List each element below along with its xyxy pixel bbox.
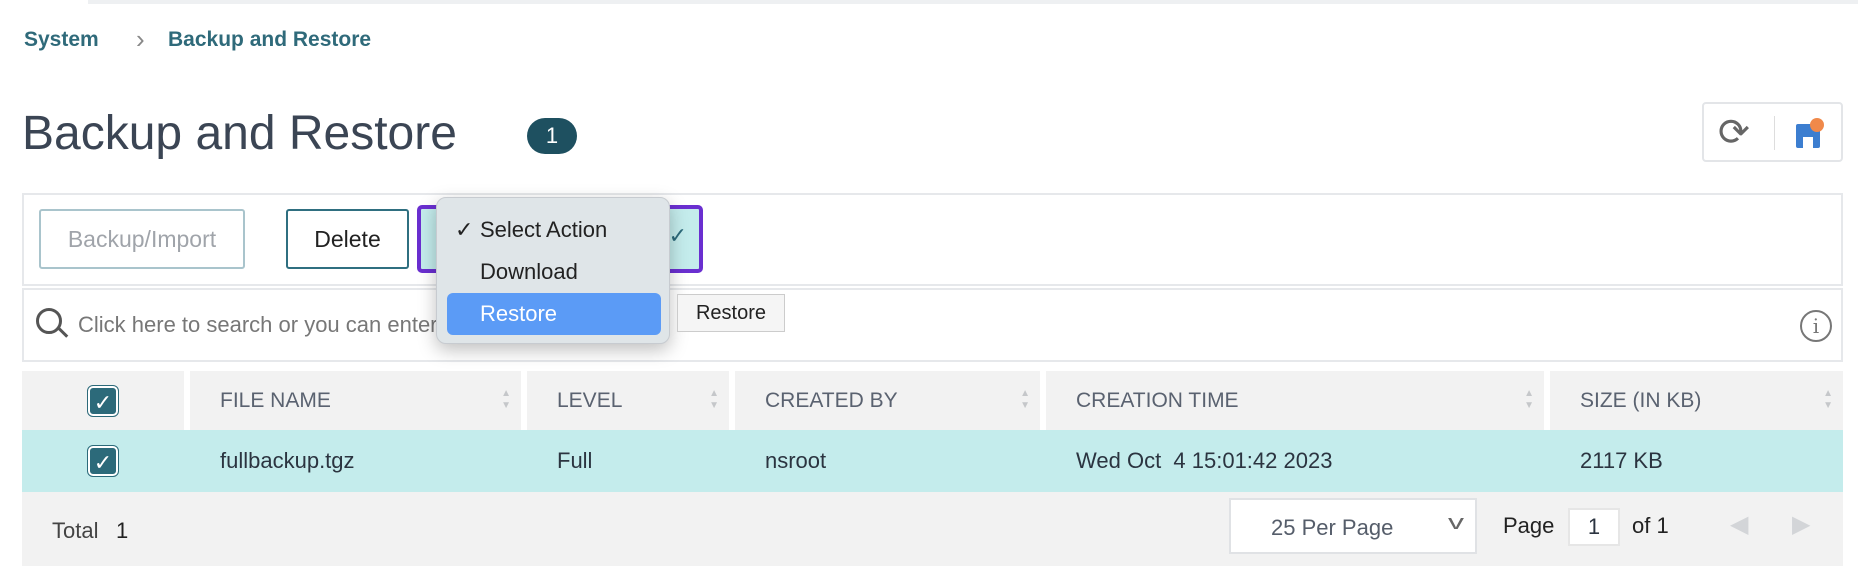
- menu-item-restore[interactable]: Restore: [447, 293, 661, 335]
- menu-item-select-action[interactable]: ✓ Select Action: [447, 209, 661, 251]
- checkmark-icon: ✓: [455, 217, 474, 242]
- cell-creation-time: Wed Oct 4 15:01:42 2023: [1076, 448, 1333, 473]
- breadcrumb-current[interactable]: Backup and Restore: [168, 28, 371, 52]
- total-count: 1: [116, 518, 129, 543]
- column-header-level[interactable]: LEVEL ▲ ▼: [527, 371, 729, 430]
- tooltip: Restore: [677, 294, 785, 332]
- header-label: CREATION TIME: [1076, 388, 1239, 412]
- cell-created-by: nsroot: [765, 448, 827, 473]
- cell-size: 2117 KB: [1580, 448, 1663, 473]
- chevron-right-icon: ›: [136, 24, 145, 54]
- cell-file-name: fullbackup.tgz: [220, 448, 355, 473]
- of-pages: of 1: [1632, 513, 1669, 538]
- page-title: Backup and Restore: [22, 107, 457, 160]
- column-header-creation-time[interactable]: CREATION TIME ▲ ▼: [1046, 371, 1544, 430]
- sort-icon: ▲ ▼: [1020, 388, 1030, 411]
- sort-icon: ▲ ▼: [1823, 388, 1833, 411]
- prev-page-icon[interactable]: ◀: [1730, 510, 1748, 539]
- top-divider: [88, 0, 1858, 4]
- page-label: Page: [1503, 513, 1555, 538]
- select-all-checkbox[interactable]: ✓: [87, 384, 119, 417]
- breadcrumb-system[interactable]: System: [24, 28, 99, 52]
- page-input[interactable]: 1: [1568, 508, 1620, 546]
- select-all-header: ✓: [22, 371, 184, 430]
- sort-icon: ▲ ▼: [1524, 388, 1534, 411]
- menu-item-label: Select Action: [480, 217, 608, 242]
- column-header-created-by[interactable]: CREATED BY ▲ ▼: [735, 371, 1040, 430]
- row-checkbox[interactable]: ✓: [87, 445, 119, 477]
- chevron-down-icon: ✓: [668, 223, 687, 248]
- menu-item-download[interactable]: Download: [447, 251, 661, 293]
- per-page-value: 25 Per Page: [1271, 515, 1394, 540]
- header-label: FILE NAME: [220, 388, 331, 412]
- cell-level: Full: [557, 448, 593, 473]
- row-checkbox-cell: ✓: [22, 430, 184, 492]
- total-label: Total: [52, 518, 99, 543]
- divider: [1774, 116, 1775, 150]
- header-label: CREATED BY: [765, 388, 898, 412]
- save-config-icon[interactable]: [1796, 118, 1824, 148]
- chevron-down-icon: v: [1448, 512, 1464, 534]
- header-label: LEVEL: [557, 388, 623, 412]
- column-header-file-name[interactable]: FILE NAME ▲ ▼: [190, 371, 521, 430]
- refresh-icon[interactable]: ⟳: [1718, 110, 1750, 155]
- count-badge: 1: [527, 118, 577, 154]
- column-header-size[interactable]: SIZE (IN KB) ▲ ▼: [1550, 371, 1843, 430]
- select-action-menu: ✓ Select Action Download Restore: [436, 197, 670, 344]
- page-actions: ⟳: [1702, 102, 1843, 162]
- info-icon[interactable]: i: [1800, 310, 1832, 342]
- next-page-icon[interactable]: ▶: [1792, 510, 1810, 539]
- backup-import-button[interactable]: Backup/Import: [39, 209, 245, 269]
- sort-icon: ▲ ▼: [501, 388, 511, 411]
- header-label: SIZE (IN KB): [1580, 388, 1702, 412]
- sort-icon: ▲ ▼: [709, 388, 719, 411]
- delete-button[interactable]: Delete: [286, 209, 409, 269]
- per-page-select[interactable]: 25 Per Page v: [1229, 498, 1477, 554]
